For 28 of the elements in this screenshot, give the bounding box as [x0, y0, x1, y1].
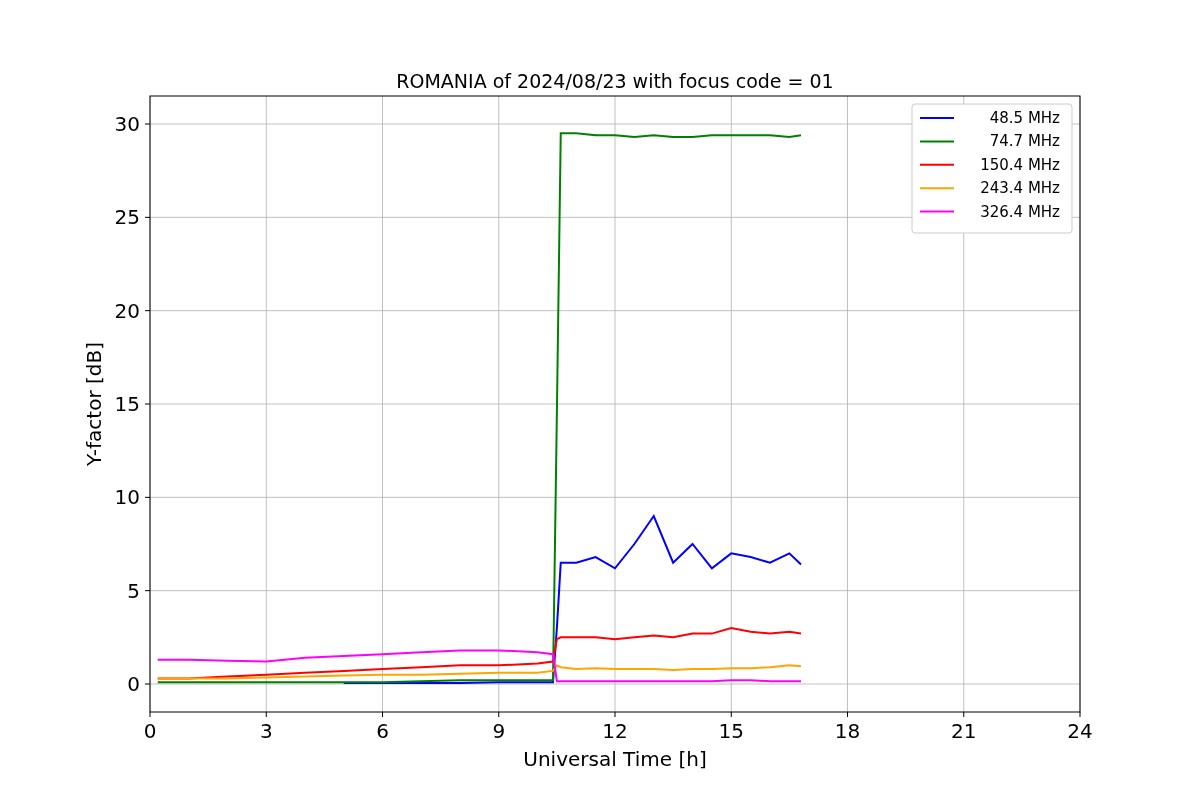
x-tick-label: 6 [376, 719, 389, 743]
chart-title: ROMANIA of 2024/08/23 with focus code = 01 [396, 70, 834, 92]
legend-label: 74.7 MHz [989, 132, 1060, 151]
x-tick-label: 0 [143, 719, 157, 743]
legend-swatch [919, 210, 955, 213]
x-axis-label: Universal Time [h] [523, 747, 707, 771]
legend-swatch [919, 163, 955, 166]
y-tick-label: 20 [114, 298, 140, 323]
legend-label: 326.4 MHz [980, 202, 1060, 221]
x-tick-label: 21 [951, 719, 977, 743]
legend-label: 150.4 MHz [980, 155, 1060, 174]
y-axis-label: Y-factor [dB] [82, 342, 106, 466]
y-tick-label: 0 [127, 672, 140, 696]
y-tick-label: 5 [127, 578, 140, 603]
x-tick-label: 24 [1067, 719, 1093, 743]
y-tick-label: 30 [114, 112, 140, 136]
x-tick-label: 12 [602, 719, 628, 743]
y-tick-label: 25 [114, 205, 140, 230]
x-tick-label: 3 [259, 719, 273, 743]
x-tick-label: 15 [718, 719, 744, 743]
legend-label: 48.5 MHz [989, 109, 1060, 127]
legend-swatch [919, 140, 955, 143]
x-tick-label: 9 [492, 719, 506, 743]
y-tick-label: 15 [114, 392, 140, 416]
x-tick-label: 18 [834, 719, 861, 743]
legend-label: 243.4 MHz [980, 179, 1060, 198]
legend-swatch [919, 187, 955, 190]
y-tick-label: 10 [114, 485, 140, 510]
